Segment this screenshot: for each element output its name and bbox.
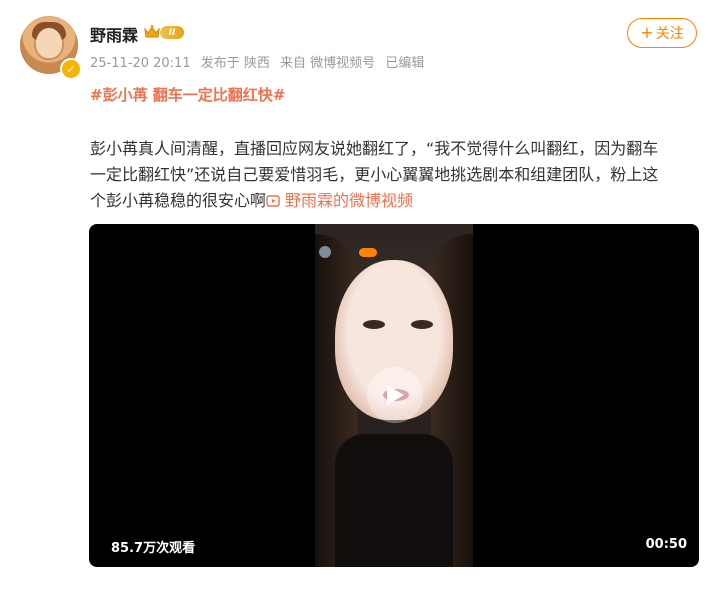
post-text-line: 一定比翻红快”还说自己要爱惜羽毛，更小心翼翼地挑选剧本和组建团队，粉上这 (90, 165, 659, 184)
hashtag-link[interactable]: #彭小苒 翻车一定比翻红快# (90, 84, 285, 105)
video-source-link[interactable]: 野雨霖的微博视频 (266, 191, 413, 210)
username[interactable]: 野雨霖 (90, 22, 138, 46)
video-link-icon (266, 195, 280, 207)
post-text-line-3: 个彭小苒稳稳的很安心啊 (90, 191, 267, 210)
thumbnail-follow-badge (359, 248, 377, 257)
video-duration: 00:50 (645, 537, 687, 552)
thumbnail-avatar (319, 246, 331, 258)
post-text-line: 彭小苒真人间清醒，直播回应网友说她翻红了，“我不觉得什么叫翻红，因为翻车 (90, 139, 659, 158)
play-icon (387, 385, 404, 405)
play-button[interactable] (367, 367, 423, 423)
post-timestamp[interactable]: 25-11-20 20:11 (90, 56, 191, 71)
follow-label: 关注 (655, 26, 684, 42)
post-text-line-last: 个彭小苒稳稳的很安心啊 野雨霖的微博视频 (90, 188, 700, 214)
post-edited[interactable]: 已编辑 (385, 56, 424, 71)
thumbnail-sweater (335, 434, 453, 567)
follow-button[interactable]: + 关注 (627, 18, 697, 48)
verified-icon: ✓ (60, 58, 82, 80)
level-badge: II (160, 26, 184, 39)
view-count: 85.7万次观看 (111, 541, 196, 556)
thumbnail-eye-right (411, 320, 433, 329)
video-player[interactable]: 85.7万次观看 00:50 (89, 224, 699, 567)
thumbnail-eye-left (363, 320, 385, 329)
post-source: 来自 微博视频号 (280, 56, 376, 71)
post-text: 彭小苒真人间清醒，直播回应网友说她翻红了，“我不觉得什么叫翻红，因为翻车 一定比… (90, 136, 700, 214)
thumbnail-live-header (319, 246, 469, 260)
post-meta: 25-11-20 20:11 发布于 陕西 来自 微博视频号 已编辑 (90, 52, 430, 71)
post-location: 发布于 陕西 (200, 56, 270, 71)
avatar-face (36, 28, 62, 58)
crown-icon (144, 25, 160, 38)
plus-icon: + (640, 23, 654, 42)
video-link-label: 野雨霖的微博视频 (285, 191, 414, 210)
